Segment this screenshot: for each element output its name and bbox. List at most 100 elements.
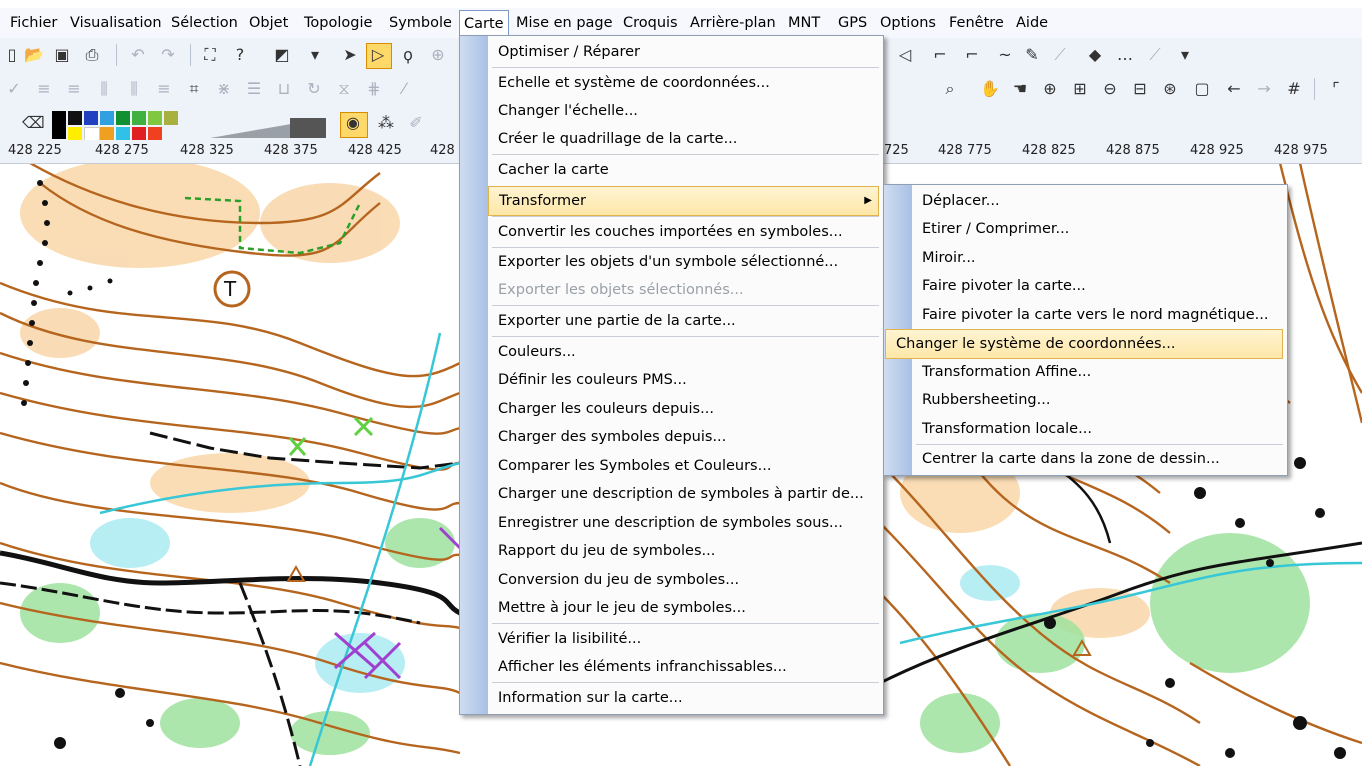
distribute-icon[interactable]: ⫼ (94, 79, 114, 99)
menu-croquis[interactable]: Croquis (619, 12, 682, 34)
color-layer-icon[interactable]: ◩ (272, 45, 292, 65)
straight-line-icon[interactable]: ⌐ (930, 45, 950, 65)
node-icon[interactable]: ⊕ (428, 45, 448, 65)
grid-icon[interactable]: # (1284, 79, 1304, 99)
zoom-fit-icon[interactable]: ▢ (1192, 79, 1212, 99)
menu-topologie[interactable]: Topologie (300, 12, 376, 34)
curve-tool-icon[interactable]: ◁ (895, 45, 915, 65)
save-icon[interactable]: ▣ (52, 45, 72, 65)
menu-item-convertir-couches[interactable]: Convertir les couches importées en symbo… (488, 218, 879, 246)
help-icon[interactable]: ? (230, 45, 250, 65)
align-left-icon[interactable]: ≡ (34, 79, 54, 99)
more-icon[interactable]: … (1115, 45, 1135, 65)
slash-icon[interactable]: ⁄ (394, 79, 414, 99)
dropdown-arrow-icon[interactable]: ▾ (1175, 45, 1195, 65)
color-swatch[interactable] (148, 111, 162, 125)
menu-item-quadrillage[interactable]: Créer le quadrillage de la carte... (488, 125, 879, 153)
color-swatch[interactable] (84, 111, 98, 125)
ruler-icon[interactable]: ⌜ (1326, 79, 1346, 99)
node-select-icon[interactable]: ▷ (368, 45, 388, 65)
color-swatch[interactable] (164, 111, 178, 125)
menu-item-charger-couleurs[interactable]: Charger les couleurs depuis... (488, 395, 879, 423)
menu-item-exporter-partie[interactable]: Exporter une partie de la carte... (488, 307, 879, 335)
menu-item-centrer[interactable]: Centrer la carte dans la zone de dessin.… (912, 445, 1283, 473)
menu-item-lisibilite[interactable]: Vérifier la lisibilité... (488, 625, 879, 653)
menu-aide[interactable]: Aide (1012, 12, 1052, 34)
lasso-icon[interactable]: ϙ (398, 45, 418, 65)
undo-icon[interactable]: ↶ (128, 45, 148, 65)
menu-item-infranchissables[interactable]: Afficher les éléments infranchissables..… (488, 653, 879, 681)
menu-mnt[interactable]: MNT (784, 12, 824, 34)
layers-icon[interactable]: ☰ (244, 79, 264, 99)
rotate-icon[interactable]: ↻ (304, 79, 324, 99)
mirror-icon[interactable]: ⧖ (334, 79, 354, 99)
rectangular-line-icon[interactable]: ⌐ (962, 45, 982, 65)
color-swatch[interactable] (100, 111, 114, 125)
menu-visualisation[interactable]: Visualisation (66, 12, 166, 34)
menu-item-transformer[interactable]: Transformer ▶ (488, 186, 879, 216)
menu-item-rubbersheeting[interactable]: Rubbersheeting... (912, 386, 1283, 414)
check-icon[interactable]: ✓ (4, 79, 24, 99)
grid-tool-icon[interactable]: ⋕ (364, 79, 384, 99)
print-icon[interactable]: ⎙ (82, 45, 102, 65)
color-swatch[interactable] (116, 127, 130, 141)
measure-icon[interactable]: ⟋ (1145, 45, 1165, 65)
menu-item-enregistrer-description[interactable]: Enregistrer une description de symboles … (488, 509, 879, 537)
pencil-icon[interactable]: ✎ (1022, 45, 1042, 65)
back-icon[interactable]: ← (1224, 79, 1244, 99)
menu-item-miroir[interactable]: Miroir... (912, 244, 1283, 272)
line-tool-icon[interactable]: ⟋ (1050, 45, 1070, 65)
menu-item-comparer[interactable]: Comparer les Symboles et Couleurs... (488, 452, 879, 480)
menu-item-charger-symboles[interactable]: Charger des symboles depuis... (488, 423, 879, 451)
color-swatch[interactable] (132, 111, 146, 125)
menu-objet[interactable]: Objet (245, 12, 292, 34)
menu-selection[interactable]: Sélection (167, 12, 242, 34)
color-swatch-black[interactable] (52, 111, 66, 139)
hatch-icon[interactable]: ⋇ (214, 79, 234, 99)
menu-item-rapport[interactable]: Rapport du jeu de symboles... (488, 537, 879, 565)
hand-icon[interactable]: ✋ (980, 79, 1000, 99)
fill-icon[interactable]: ◆ (1085, 45, 1105, 65)
align-right-icon[interactable]: ≡ (154, 79, 174, 99)
menu-item-pivoter[interactable]: Faire pivoter la carte... (912, 272, 1283, 300)
color-swatch[interactable] (132, 127, 146, 141)
menu-options[interactable]: Options (876, 12, 940, 34)
open-icon[interactable]: 📂 (24, 45, 44, 65)
new-icon[interactable]: ▯ (2, 45, 22, 65)
color-swatch[interactable] (100, 127, 114, 141)
dropdown-arrow-icon[interactable]: ▾ (305, 45, 325, 65)
zoom-window-icon[interactable]: ⊞ (1070, 79, 1090, 99)
menu-fichier[interactable]: Fichier (6, 12, 61, 34)
menu-fenetre[interactable]: Fenêtre (945, 12, 1008, 34)
zoom-in-icon[interactable]: ⊕ (1040, 79, 1060, 99)
menu-item-changer-systeme[interactable]: Changer le système de coordonnées... (885, 329, 1283, 359)
distribute-icon[interactable]: ⫼ (124, 79, 144, 99)
menu-item-exporter-symbole[interactable]: Exporter les objets d'un symbole sélecti… (488, 248, 879, 276)
menu-item-etirer[interactable]: Etirer / Comprimer... (912, 215, 1283, 243)
hand-pan-icon[interactable]: ☚ (1010, 79, 1030, 99)
forward-icon[interactable]: → (1254, 79, 1274, 99)
menu-item-transformation-locale[interactable]: Transformation locale... (912, 415, 1283, 443)
menu-item-echelle-systeme[interactable]: Echelle et système de coordonnées... (488, 69, 879, 97)
menu-item-couleurs-pms[interactable]: Définir les couleurs PMS... (488, 366, 879, 394)
menu-item-optimiser[interactable]: Optimiser / Réparer (488, 38, 879, 66)
menu-item-conversion[interactable]: Conversion du jeu de symboles... (488, 566, 879, 594)
binoculars-icon[interactable]: ⌕ (940, 79, 960, 99)
freehand-icon[interactable]: ~ (995, 45, 1015, 65)
menu-item-changer-echelle[interactable]: Changer l'échelle... (488, 97, 879, 125)
zoom-out-icon[interactable]: ⊖ (1100, 79, 1120, 99)
eye-icon[interactable]: ◉ (343, 113, 363, 133)
brush-icon[interactable]: ✐ (406, 113, 426, 133)
fullscreen-icon[interactable]: ⛶ (200, 45, 220, 65)
menu-symbole[interactable]: Symbole (385, 12, 456, 34)
zoom-selection-icon[interactable]: ⊛ (1160, 79, 1180, 99)
menu-item-information[interactable]: Information sur la carte... (488, 684, 879, 712)
menu-item-pivoter-nord[interactable]: Faire pivoter la carte vers le nord magn… (912, 301, 1283, 329)
menu-item-cacher-carte[interactable]: Cacher la carte (488, 156, 879, 184)
crop-icon[interactable]: ⌗ (184, 79, 204, 99)
color-swatch[interactable] (68, 127, 82, 141)
color-swatch[interactable] (148, 127, 162, 141)
line-width-slider[interactable] (210, 116, 326, 140)
menu-item-deplacer[interactable]: Déplacer... (912, 187, 1283, 215)
symbol-filter-icon[interactable]: ⁂ (376, 113, 396, 133)
